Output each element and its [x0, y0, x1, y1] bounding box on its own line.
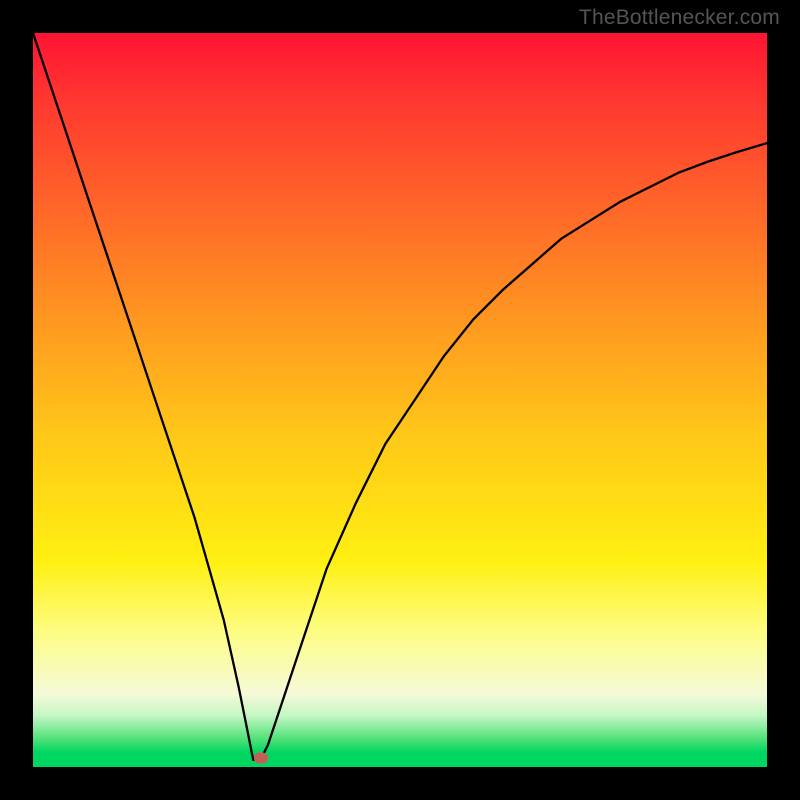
watermark-text: TheBottlenecker.com: [579, 6, 780, 30]
minimum-marker-icon: [254, 753, 268, 764]
curve-path: [33, 33, 767, 760]
chart-frame: TheBottlenecker.com: [0, 0, 800, 800]
plot-area: [33, 33, 767, 767]
bottleneck-curve: [33, 33, 767, 767]
